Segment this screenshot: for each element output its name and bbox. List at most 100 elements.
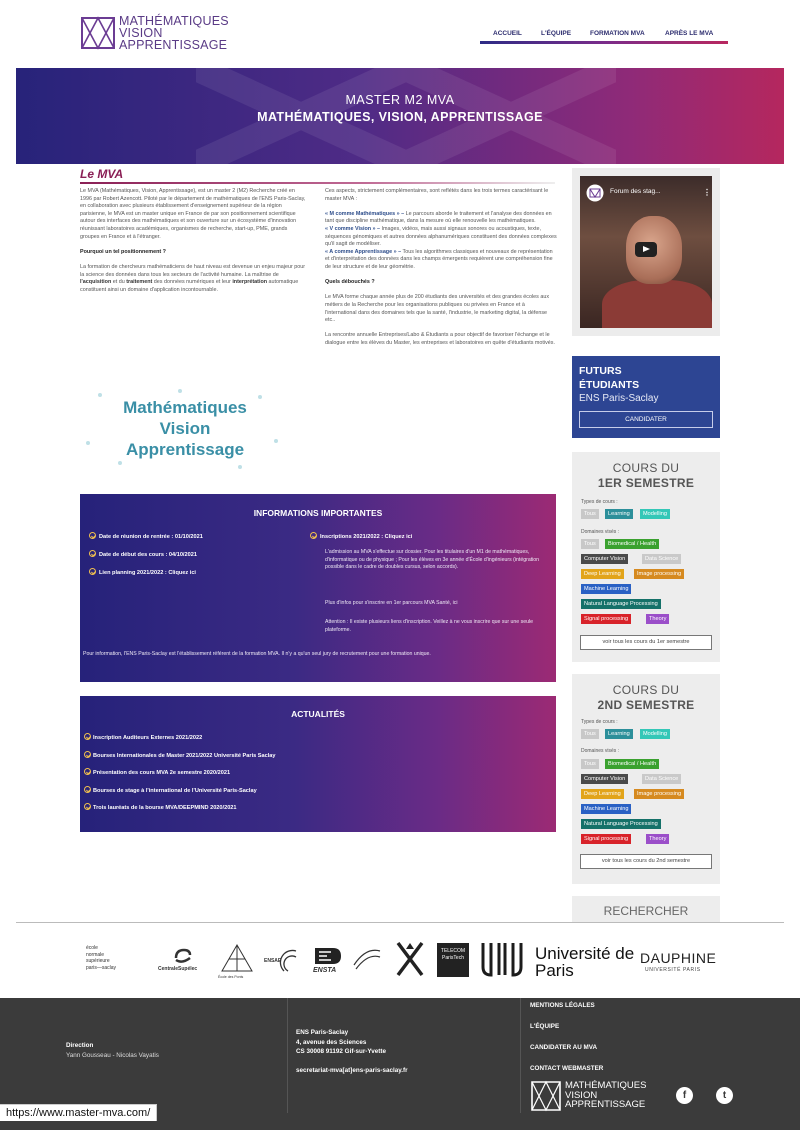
news-item[interactable]: Inscription Auditeurs Externes 2021/2022 (84, 733, 202, 741)
mva-logo-image: Mathématiques Vision Apprentissage (80, 383, 284, 478)
footer-divider (287, 998, 288, 1113)
intro-paragraph: Le MVA (Mathématiques, Vision, Apprentis… (80, 188, 306, 240)
tag-machine-learning[interactable]: Machine Learning (581, 584, 632, 594)
formation-paragraph: La formation de chercheurs mathématicien… (80, 263, 306, 293)
domaines-label: Domaines visés : (581, 748, 620, 754)
tag-biomedical[interactable]: Biomedical / Health (605, 539, 660, 549)
footer-link-equipe[interactable]: L'ÉQUIPE (530, 1023, 559, 1030)
tag-modelling[interactable]: Modelling (640, 509, 670, 519)
partner-dauphine[interactable]: DAUPHINE (640, 950, 716, 966)
info-box: INFORMATIONS IMPORTANTES Date de réunion… (80, 494, 556, 682)
footer-link-mentions[interactable]: MENTIONS LÉGALES (530, 1002, 595, 1009)
aspects-paragraph: Ces aspects, strictement complémentaires… (325, 188, 549, 202)
play-icon[interactable] (635, 242, 657, 257)
footer-address: ENS Paris-Saclay 4, avenue des Sciences CS… (296, 1029, 386, 1055)
partner-ensae[interactable]: ENSAE (264, 958, 281, 964)
news-item[interactable]: Bourses de stage à l'international de l'… (84, 786, 257, 794)
debouches-paragraph: Le MVA forme chaque année plus de 200 ét… (325, 294, 550, 324)
twitter-icon[interactable]: t (716, 1087, 733, 1104)
tag-tous[interactable]: Tous (581, 509, 599, 519)
domaines-label: Domaines visés : (581, 529, 620, 535)
tag-machine-learning[interactable]: Machine Learning (581, 804, 632, 814)
info-footnote: Pour information, l'ENS Paris-Saclay est… (83, 651, 431, 657)
site-header: MATHÉMATIQUES VISION APPRENTISSAGE ACCUE… (0, 0, 800, 68)
check-icon (89, 568, 96, 575)
tag-data-science[interactable]: Data Science (642, 774, 682, 784)
cours-s1-heading: COURS DU (612, 461, 680, 475)
rechercher-panel[interactable]: RECHERCHER (572, 896, 720, 922)
tag-theory[interactable]: Theory (646, 834, 670, 844)
logo-text[interactable]: MATHÉMATIQUES VISION APPRENTISSAGE (119, 15, 229, 52)
futurs-school: ENS Paris-Saclay (579, 393, 659, 404)
tag-biomedical[interactable]: Biomedical / Health (605, 759, 660, 769)
tag-learning[interactable]: Learning (605, 509, 633, 519)
tag-data-science[interactable]: Data Science (642, 554, 682, 564)
info-inscriptions-link[interactable]: Inscriptions 2021/2022 : Cliquez ici (310, 532, 412, 540)
partner-upc[interactable]: Université de Paris (535, 945, 635, 979)
nav-formation[interactable]: FORMATION MVA (590, 30, 645, 37)
tag-signal-processing[interactable]: Signal processing (581, 614, 632, 624)
v-item: « V comme Vision » – Images, vidéos, mai… (325, 225, 557, 248)
news-item[interactable]: Présentation des cours MVA 2e semestre 2… (84, 768, 230, 776)
hero-banner: MASTER M2 MVA MATHÉMATIQUES, VISION, APP… (16, 68, 784, 164)
tag-learning[interactable]: Learning (605, 729, 633, 739)
footer-link-candidater[interactable]: CANDIDATER AU MVA (530, 1044, 597, 1051)
tag-deep-learning[interactable]: Deep Learning (581, 789, 624, 799)
tag-signal-processing[interactable]: Signal processing (581, 834, 632, 844)
news-item[interactable]: Bourses Internationales de Master 2021/2… (84, 751, 276, 759)
voir-cours-s1-button[interactable]: voir tous les cours du 1er semestre (580, 635, 712, 650)
partner-telecom[interactable]: TELECOM ParisTech (437, 943, 469, 977)
hero-title: MATHÉMATIQUES, VISION, APPRENTISSAGE (257, 110, 543, 124)
mva-logo-icon[interactable] (80, 14, 116, 52)
partner-ponts[interactable]: École des Ponts (218, 975, 243, 979)
voir-cours-s2-button[interactable]: voir tous les cours du 2nd semestre (580, 854, 712, 869)
check-icon (89, 550, 96, 557)
tag-computer-vision[interactable]: Computer Vision (581, 774, 629, 784)
centrale-logo-icon (174, 948, 192, 963)
partner-ensta[interactable]: ENSTA (313, 967, 336, 974)
tag-tous[interactable]: Tous (581, 759, 599, 769)
info-planning-link[interactable]: Lien planning 2021/2022 : Cliquez ici (89, 568, 196, 576)
partner-ens[interactable]: école normale supérieure paris—saclay (86, 945, 148, 971)
video-menu-icon[interactable]: ⋮ (703, 188, 711, 197)
tag-nlp[interactable]: Natural Language Processing (581, 599, 661, 609)
info-rentree: Date de réunion de rentrée : 01/10/2021 (89, 532, 203, 540)
saclay-agro-logo-icon (353, 949, 381, 970)
tag-computer-vision[interactable]: Computer Vision (581, 554, 629, 564)
tag-modelling[interactable]: Modelling (640, 729, 670, 739)
footer-logo-icon[interactable] (530, 1080, 562, 1112)
m-item: « M comme Mathématiques » – Le parcours … (325, 210, 552, 225)
video-player[interactable]: Forum des stag... ⋮ (580, 176, 712, 328)
footer-email[interactable]: secretariat-mva[at]ens-paris-saclay.fr (296, 1066, 408, 1076)
info-debut: Date de début des cours : 04/10/2021 (89, 550, 197, 558)
tag-tous[interactable]: Tous (581, 729, 599, 739)
tag-image-processing[interactable]: Image processing (634, 569, 685, 579)
tag-nlp[interactable]: Natural Language Processing (581, 819, 661, 829)
check-icon (84, 751, 91, 758)
nav-accueil[interactable]: ACCUEIL (493, 30, 522, 37)
tag-tous[interactable]: Tous (581, 539, 599, 549)
cours-s1-subheading: 1ER SEMESTRE (597, 476, 695, 490)
info-sante-link[interactable]: Plus d'infos pour s'inscrire en 1er parc… (325, 600, 550, 608)
tag-deep-learning[interactable]: Deep Learning (581, 569, 624, 579)
news-item[interactable]: Trois lauréats de la bourse MVA/DEEPMIND… (84, 803, 237, 811)
section-heading: Le MVA (80, 167, 124, 181)
footer-link-webmaster[interactable]: CONTACT WEBMASTER (530, 1065, 603, 1072)
nav-equipe[interactable]: L'ÉQUIPE (541, 30, 571, 37)
types-label: Types de cours : (581, 719, 618, 725)
tag-theory[interactable]: Theory (646, 614, 670, 624)
check-icon (84, 733, 91, 740)
facebook-icon[interactable]: f (676, 1087, 693, 1104)
question-positionnement: Pourquoi un tel positionnement ? (80, 248, 166, 255)
nav-apres[interactable]: APRÈS LE MVA (665, 30, 713, 37)
tag-image-processing[interactable]: Image processing (634, 789, 685, 799)
ponts-logo-icon (221, 943, 253, 972)
image-word-3: Apprentissage (125, 440, 245, 459)
partner-centrale[interactable]: CentraleSupélec (158, 966, 197, 972)
ensta-logo-icon (315, 948, 341, 964)
footer-divider (520, 998, 521, 1113)
news-box: ACTUALITÉS (80, 696, 556, 832)
candidater-button[interactable]: CANDIDATER (579, 411, 713, 428)
a-item: « A comme Apprentissage » – Tous les alg… (325, 248, 553, 270)
image-word-1: Mathématiques (123, 398, 247, 417)
